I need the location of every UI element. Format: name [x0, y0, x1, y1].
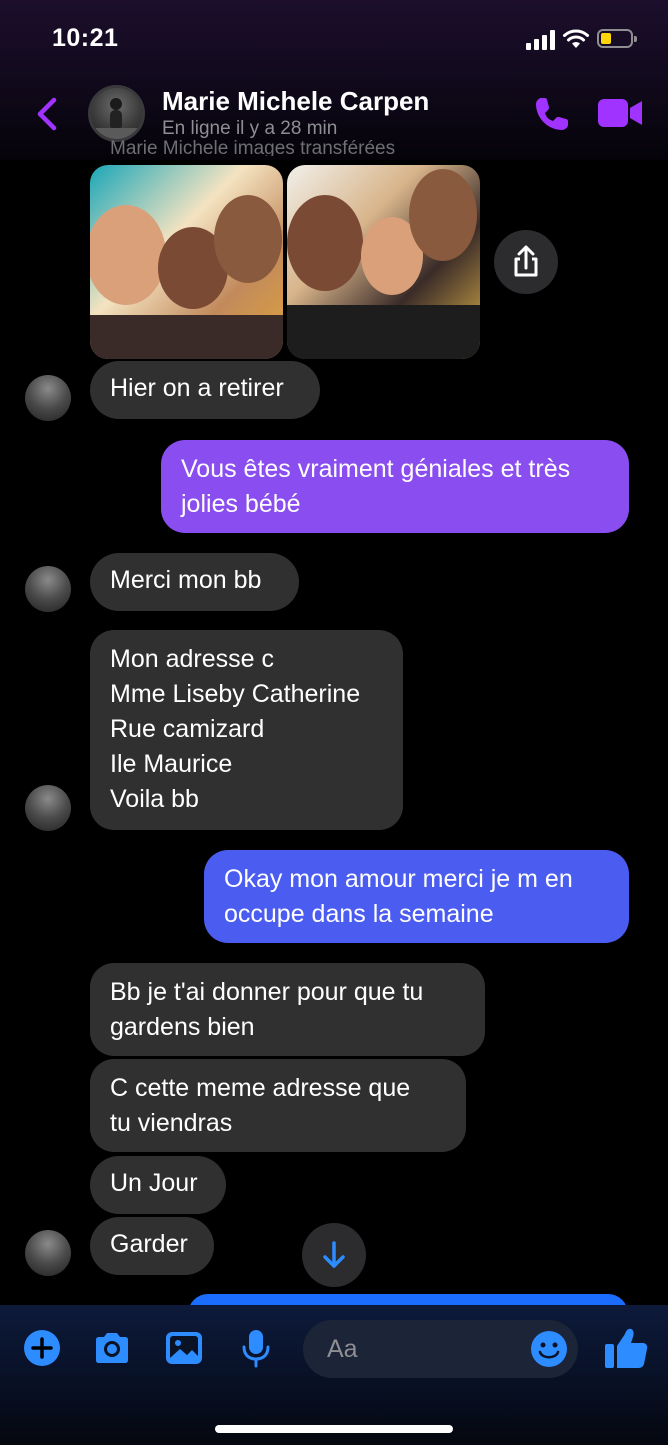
shared-photo[interactable] [90, 165, 283, 359]
contact-status: En ligne il y a 28 min [162, 118, 338, 139]
contact-avatar[interactable] [88, 85, 145, 142]
incoming-message-bubble[interactable]: Hier on a retirer [90, 361, 320, 419]
sender-avatar[interactable] [25, 375, 71, 421]
video-call-icon[interactable] [598, 96, 644, 130]
battery-icon [597, 29, 637, 48]
incoming-message-bubble[interactable]: Garder [90, 1217, 214, 1275]
thumbs-up-icon[interactable] [603, 1326, 649, 1370]
back-chevron-icon[interactable] [28, 92, 68, 136]
outgoing-message-bubble[interactable]: Okay mon amour merci je m en occupe dans… [204, 850, 629, 943]
phone-call-icon[interactable] [532, 94, 572, 134]
sender-avatar[interactable] [25, 1230, 71, 1276]
sender-avatar[interactable] [25, 785, 71, 831]
contact-name[interactable]: Marie Michele Carpen [162, 86, 429, 117]
incoming-message-bubble[interactable]: C cette meme adresse que tu viendras [90, 1059, 466, 1152]
incoming-message-bubble[interactable]: Un Jour [90, 1156, 226, 1214]
shared-photo[interactable] [287, 165, 480, 359]
cellular-signal-icon [526, 30, 555, 50]
incoming-message-bubble[interactable]: Merci mon bb [90, 553, 299, 611]
system-note: Marie Michele images transférées [110, 138, 396, 156]
sender-avatar[interactable] [25, 566, 71, 612]
microphone-icon[interactable] [236, 1328, 276, 1368]
outgoing-message-bubble[interactable]: Vous êtes vraiment géniales et très joli… [161, 440, 629, 533]
emoji-icon[interactable] [530, 1330, 568, 1368]
status-time: 10:21 [52, 24, 119, 52]
home-indicator [215, 1425, 453, 1433]
arrow-down-icon [323, 1241, 345, 1268]
wifi-icon [563, 29, 589, 48]
share-photo-button[interactable] [494, 230, 558, 294]
scroll-to-bottom-button[interactable] [302, 1223, 366, 1287]
gallery-icon[interactable] [164, 1328, 204, 1368]
share-icon [514, 245, 538, 277]
camera-icon[interactable] [92, 1328, 132, 1368]
plus-icon[interactable] [22, 1328, 62, 1368]
messenger-conversation-screen: 10:21 Marie Michele Carpen En ligne il y… [0, 0, 668, 1445]
status-bar: 10:21 [0, 0, 668, 80]
incoming-message-bubble[interactable]: Bb je t'ai donner pour que tu gardens bi… [90, 963, 485, 1056]
incoming-message-bubble[interactable]: Mon adresse c Mme Liseby Catherine Rue c… [90, 630, 403, 830]
